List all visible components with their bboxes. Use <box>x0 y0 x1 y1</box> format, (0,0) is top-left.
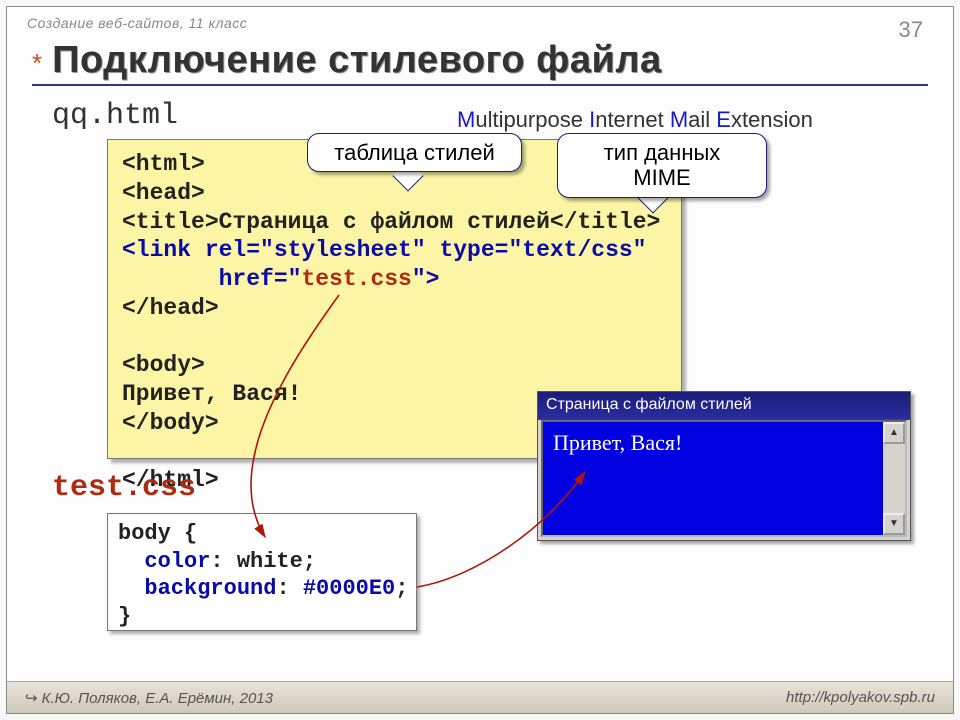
footer-authors: ↪К.Ю. Поляков, Е.А. Ерёмин, 2013 <box>25 689 273 707</box>
footer: ↪К.Ю. Поляков, Е.А. Ерёмин, 2013 http://… <box>7 681 953 713</box>
preview-body: Привет, Вася! <box>543 422 883 535</box>
preview-scrollbar[interactable]: ▲ ▼ <box>883 422 905 535</box>
asterisk-icon: * <box>32 50 42 76</box>
browser-preview: Страница с файлом стилей Привет, Вася! ▲… <box>537 391 911 541</box>
mime-expansion: Multipurpose Internet Mail Extension <box>457 107 813 133</box>
course-header: Создание веб-сайтов, 11 класс <box>27 15 247 31</box>
slide: Создание веб-сайтов, 11 класс 37 * Подкл… <box>6 6 954 714</box>
scroll-up-icon[interactable]: ▲ <box>883 422 905 444</box>
filename-html: qq.html <box>52 99 178 133</box>
preview-viewport: Привет, Вася! ▲ ▼ <box>541 420 907 537</box>
css-code-box: body { color: white; background: #0000E0… <box>107 513 417 631</box>
footer-url: http://kpolyakov.spb.ru <box>786 689 935 706</box>
callout-style-table: таблица стилей <box>307 133 522 172</box>
preview-titlebar: Страница с файлом стилей <box>538 392 910 420</box>
scroll-down-icon[interactable]: ▼ <box>883 513 905 535</box>
slide-title: * Подключение стилевого файла <box>32 39 928 86</box>
filename-css: test.css <box>52 471 196 505</box>
title-text: Подключение стилевого файла <box>52 39 662 82</box>
callout-mime-type: тип данных MIME <box>557 133 767 198</box>
hook-arrow-icon: ↪ <box>25 690 38 707</box>
